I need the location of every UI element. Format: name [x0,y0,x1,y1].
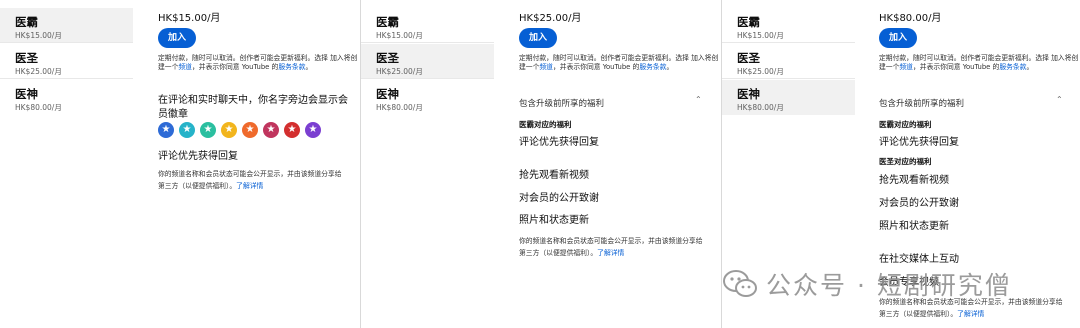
privacy-note: 你的频道名称和会员状态可能会公开显示，并由该频道分享给第三方（以便提供福利）。了… [158,170,342,190]
tier-option-yishen[interactable]: 医神 HK$80.00/月 [361,80,494,115]
tier-name: 医神 [376,87,399,101]
tier1-perks-title: 医霸对应的福利 [519,120,572,129]
tier-price: HK$80.00/月 [737,103,784,112]
membership-panel-tier2: 医霸 HK$15.00/月 医圣 HK$25.00/月 医神 HK$80.00/… [361,0,721,328]
channel-link[interactable]: 频道 [178,63,192,71]
terms-link[interactable]: 服务条款 [278,63,305,71]
member-badge-star-icon: ★ [242,122,258,138]
tier-option-yiba[interactable]: 医霸 HK$15.00/月 [361,8,494,43]
tier-price: HK$15.00/月 [737,31,784,40]
member-badge-star-icon: ★ [263,122,279,138]
tier-option-yiba[interactable]: 医霸 HK$15.00/月 [0,8,133,43]
perk-item: 对会员的公开致谢 [519,193,599,204]
perk-item: 评论优先获得回复 [879,137,959,148]
perk-item: 照片和状态更新 [879,221,949,232]
tier-name: 医圣 [15,51,38,65]
tier-price: HK$25.00/月 [376,67,423,76]
tier2-perks-title: 医圣对应的福利 [879,157,932,166]
selected-price: HK$80.00/月 [879,13,942,24]
terms-fine-print: 定期付款，随时可以取消。创作者可能会更新福利。选择 加入将创建一个频道，并表示你… [158,54,358,71]
tier-option-yisheng[interactable]: 医圣 HK$25.00/月 [722,44,855,79]
learn-more-link[interactable]: 了解详情 [957,310,984,318]
channel-link[interactable]: 频道 [899,63,913,71]
tier-name: 医霸 [737,15,760,29]
member-badge-star-icon: ★ [200,122,216,138]
watermark-overlay: 公众号 · 短剧研究僧 [722,264,1080,304]
perk-item: 抢先观看新视频 [879,175,949,186]
terms-fine-print: 定期付款，随时可以取消。创作者可能会更新福利。选择 加入将创建一个频道，并表示你… [519,54,719,71]
tier-price: HK$80.00/月 [15,103,62,112]
watermark-text: 公众号 · 短剧研究僧 [766,271,1012,300]
included-perks-header[interactable]: 包含升级前所享的福利 [879,97,964,109]
tier-price: HK$15.00/月 [376,31,423,40]
tier-price: HK$25.00/月 [15,67,62,76]
tier-price: HK$25.00/月 [737,67,784,76]
tier-option-yisheng[interactable]: 医圣 HK$25.00/月 [0,44,133,79]
tier-name: 医神 [15,87,38,101]
tier-name: 医圣 [376,51,399,65]
learn-more-link[interactable]: 了解详情 [597,249,624,257]
perk-badge-title: 在评论和实时聊天中，你名字旁边会显示会员徽章 [158,95,348,120]
tier-name: 医霸 [376,15,399,29]
join-button[interactable]: 加入 [879,28,917,48]
tier-name: 医圣 [737,51,760,65]
perk-reply-priority: 评论优先获得回复 [158,151,238,162]
selected-price: HK$25.00/月 [519,13,582,24]
tier-price: HK$80.00/月 [376,103,423,112]
member-badge-star-icon: ★ [158,122,174,138]
wechat-icon [723,270,757,297]
member-badge-star-icon: ★ [179,122,195,138]
join-button[interactable]: 加入 [519,28,557,48]
perk-item: 对会员的公开致谢 [879,198,959,209]
member-badge-star-icon: ★ [305,122,321,138]
terms-link[interactable]: 服务条款 [999,63,1026,71]
learn-more-link[interactable]: 了解详情 [236,182,263,190]
tier-name: 医神 [737,87,760,101]
tier-price: HK$15.00/月 [15,31,62,40]
tier-name: 医霸 [15,15,38,29]
chevron-up-icon[interactable]: ⌃ [695,95,702,104]
privacy-note: 你的频道名称和会员状态可能会公开显示，并由该频道分享给第三方（以便提供福利）。了… [519,237,703,257]
tier-option-yisheng[interactable]: 医圣 HK$25.00/月 [361,44,494,79]
membership-panel-tier1: 医霸 HK$15.00/月 医圣 HK$25.00/月 医神 HK$80.00/… [0,0,360,328]
tier-option-yishen[interactable]: 医神 HK$80.00/月 [0,80,133,115]
terms-link[interactable]: 服务条款 [639,63,666,71]
terms-fine-print: 定期付款，随时可以取消。创作者可能会更新福利。选择 加入将创建一个频道，并表示你… [879,54,1079,71]
channel-link[interactable]: 频道 [539,63,553,71]
member-badge-star-icon: ★ [284,122,300,138]
member-badge-star-icon: ★ [221,122,237,138]
chevron-up-icon[interactable]: ⌃ [1056,95,1063,104]
tier1-perks-title: 医霸对应的福利 [879,120,932,129]
member-badges: ★ ★ ★ ★ ★ ★ ★ ★ [158,122,321,138]
tier-option-yishen[interactable]: 医神 HK$80.00/月 [722,80,855,115]
included-perks-header[interactable]: 包含升级前所享的福利 [519,97,604,109]
tier-option-yiba[interactable]: 医霸 HK$15.00/月 [722,8,855,43]
join-button[interactable]: 加入 [158,28,196,48]
perk-item: 评论优先获得回复 [519,137,599,148]
perk-item: 照片和状态更新 [519,215,589,226]
perk-item: 抢先观看新视频 [519,170,589,181]
selected-price: HK$15.00/月 [158,13,221,24]
